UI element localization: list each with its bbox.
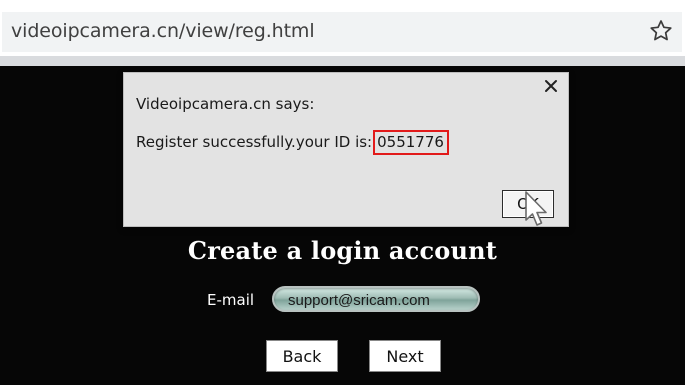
close-icon[interactable] — [544, 79, 558, 93]
dialog-message: Register successfully.your ID is: 0551776 — [136, 130, 449, 155]
ok-button[interactable]: OK — [502, 190, 554, 218]
back-button[interactable]: Back — [266, 340, 338, 372]
page-top-divider — [0, 56, 685, 66]
dialog-title: Videoipcamera.cn says: — [136, 95, 315, 113]
registered-id-value: 0551776 — [373, 130, 449, 155]
page-title: Create a login account — [187, 236, 498, 265]
url-text[interactable]: videoipcamera.cn/view/reg.html — [11, 20, 315, 42]
url-field[interactable]: videoipcamera.cn/view/reg.html — [2, 12, 682, 52]
email-label: E-mail — [207, 291, 255, 309]
next-button[interactable]: Next — [369, 340, 441, 372]
browser-address-bar: videoipcamera.cn/view/reg.html — [0, 0, 685, 56]
star-outline-icon[interactable] — [648, 18, 674, 44]
email-field[interactable] — [272, 286, 480, 312]
dialog-message-text: Register successfully.your ID is: — [136, 133, 373, 151]
alert-dialog: Videoipcamera.cn says: Register successf… — [123, 72, 569, 227]
